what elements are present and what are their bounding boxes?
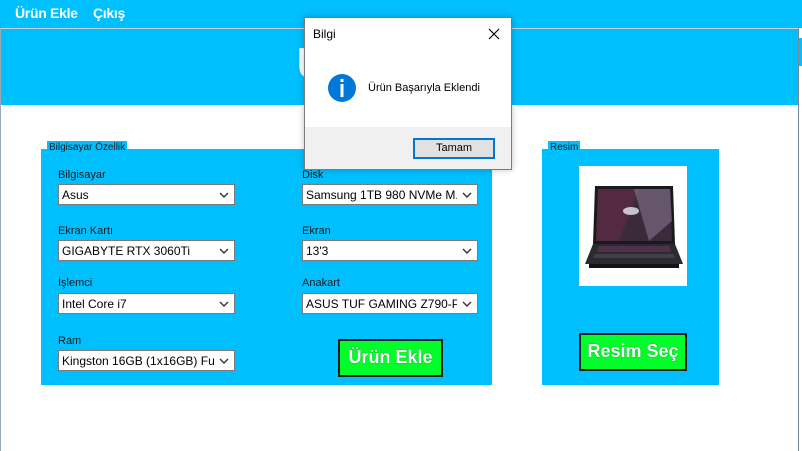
disk-select[interactable]: Samsung 1TB 980 NVMe M.2 S [302, 184, 478, 205]
dialog-title: Bilgi [313, 27, 336, 41]
product-image [579, 166, 687, 286]
gpu-label: Ekran Kartı [58, 225, 114, 237]
image-groupbox: Resim Resim Seç [542, 141, 719, 388]
chevron-down-icon [219, 301, 229, 307]
cpu-label: İşlemci [58, 277, 93, 289]
chevron-down-icon [462, 301, 472, 307]
computer-select[interactable]: Asus [58, 184, 235, 205]
specs-group-legend: Bilgisayar Özellik [47, 141, 128, 155]
image-group-bottom-line [542, 386, 719, 388]
select-image-button-label: Resim Seç [587, 341, 679, 361]
disk-label: Disk [302, 169, 324, 181]
motherboard-select[interactable]: ASUS TUF GAMING Z790-PLUS [302, 293, 478, 314]
gpu-select[interactable]: GIGABYTE RTX 3060Ti [58, 240, 235, 261]
motherboard-label: Anakart [302, 277, 340, 289]
specs-group-bottom-line [41, 386, 492, 388]
app-window: Ürün Ekle Çıkış Ürün Ekle Bilgisayar Öze… [0, 0, 802, 451]
chevron-down-icon [219, 192, 229, 198]
message-dialog: Bilgi Ürün Başarıyla Eklendi Tamam [304, 17, 512, 170]
ok-button[interactable]: Tamam [413, 138, 495, 159]
computer-label: Bilgisayar [58, 169, 106, 181]
menu-add-product[interactable]: Ürün Ekle [15, 5, 78, 21]
chevron-down-icon [219, 248, 229, 254]
disk-select-value: Samsung 1TB 980 NVMe M.2 S [306, 188, 457, 202]
screen-select[interactable]: 13'3 [302, 240, 478, 261]
motherboard-select-value: ASUS TUF GAMING Z790-PLUS [306, 297, 457, 311]
ram-select[interactable]: Kingston 16GB (1x16GB) Fury Be [58, 350, 235, 371]
chevron-down-icon [462, 248, 472, 254]
chevron-down-icon [219, 358, 229, 364]
add-product-button-label: Ürün Ekle [348, 347, 433, 367]
specs-groupbox: Bilgisayar Özellik Bilgisayar Asus Ekran… [41, 141, 492, 388]
close-icon[interactable] [483, 24, 505, 44]
image-group-legend: Resim [548, 141, 581, 155]
cpu-select-value: Intel Core i7 [62, 297, 127, 311]
cpu-select[interactable]: Intel Core i7 [58, 293, 235, 314]
add-product-button[interactable]: Ürün Ekle [338, 339, 443, 377]
chevron-down-icon [462, 192, 472, 198]
computer-select-value: Asus [62, 188, 89, 202]
dialog-footer: Tamam [305, 127, 511, 169]
ram-select-value: Kingston 16GB (1x16GB) Fury Be [62, 354, 214, 368]
select-image-button[interactable]: Resim Seç [579, 333, 687, 371]
gpu-select-value: GIGABYTE RTX 3060Ti [62, 244, 191, 258]
laptop-photo [579, 166, 687, 286]
info-icon [328, 74, 356, 102]
dialog-message: Ürün Başarıyla Eklendi [368, 82, 480, 94]
screen-select-value: 13'3 [306, 244, 329, 258]
screen-label: Ekran [302, 225, 331, 237]
menu-exit[interactable]: Çıkış [93, 5, 125, 21]
ram-label: Ram [58, 335, 82, 347]
background-window-edge [798, 28, 802, 451]
